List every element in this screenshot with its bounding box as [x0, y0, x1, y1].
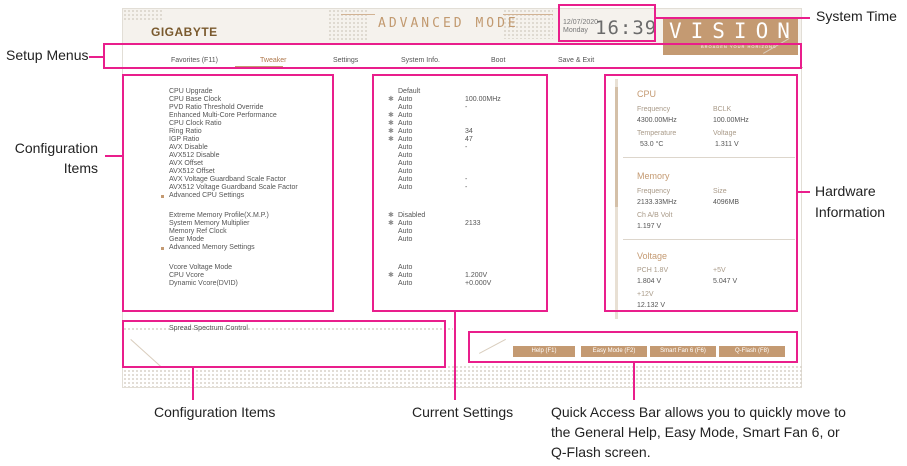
information-annotation: Information — [815, 204, 886, 220]
setup-menus-highlight — [103, 43, 802, 69]
setup-menus-annotation: Setup Menus — [6, 47, 89, 63]
quick-access-annotation-1: Quick Access Bar allows you to quickly m… — [551, 404, 846, 420]
help-items-highlight — [122, 320, 446, 368]
config-items-leader — [105, 155, 122, 157]
footer-dot-pattern — [123, 365, 803, 387]
current-settings-leader — [454, 312, 456, 400]
gigabyte-logo: GIGABYTE — [151, 25, 218, 39]
system-time-annotation: System Time — [816, 8, 897, 24]
advanced-mode-title: ADVANCED MODE — [378, 16, 519, 31]
config-bottom-leader — [192, 368, 194, 400]
header-dot-pattern — [123, 9, 163, 21]
quick-access-leader — [633, 363, 635, 400]
hardware-info-highlight — [604, 74, 798, 312]
hardware-annotation: Hardware — [815, 183, 876, 199]
config-items-bottom-annotation: Configuration Items — [154, 404, 276, 420]
mode-line — [503, 14, 553, 15]
system-time-leader — [656, 17, 810, 19]
current-settings-highlight — [372, 74, 548, 312]
vision-title: VISION — [669, 19, 799, 43]
system-time-highlight — [558, 4, 656, 42]
quick-access-annotation-2: the General Help, Easy Mode, Smart Fan 6… — [551, 424, 840, 440]
hardware-info-leader — [798, 191, 810, 193]
configuration-annotation: Configuration — [14, 140, 98, 156]
quick-access-highlight — [468, 331, 798, 363]
items-annotation: Items — [63, 160, 98, 176]
quick-access-annotation-3: Q-Flash screen. — [551, 444, 651, 460]
current-settings-annotation: Current Settings — [412, 404, 514, 420]
config-items-highlight — [122, 74, 334, 312]
mode-line — [341, 14, 375, 15]
setup-menus-leader — [89, 56, 103, 58]
